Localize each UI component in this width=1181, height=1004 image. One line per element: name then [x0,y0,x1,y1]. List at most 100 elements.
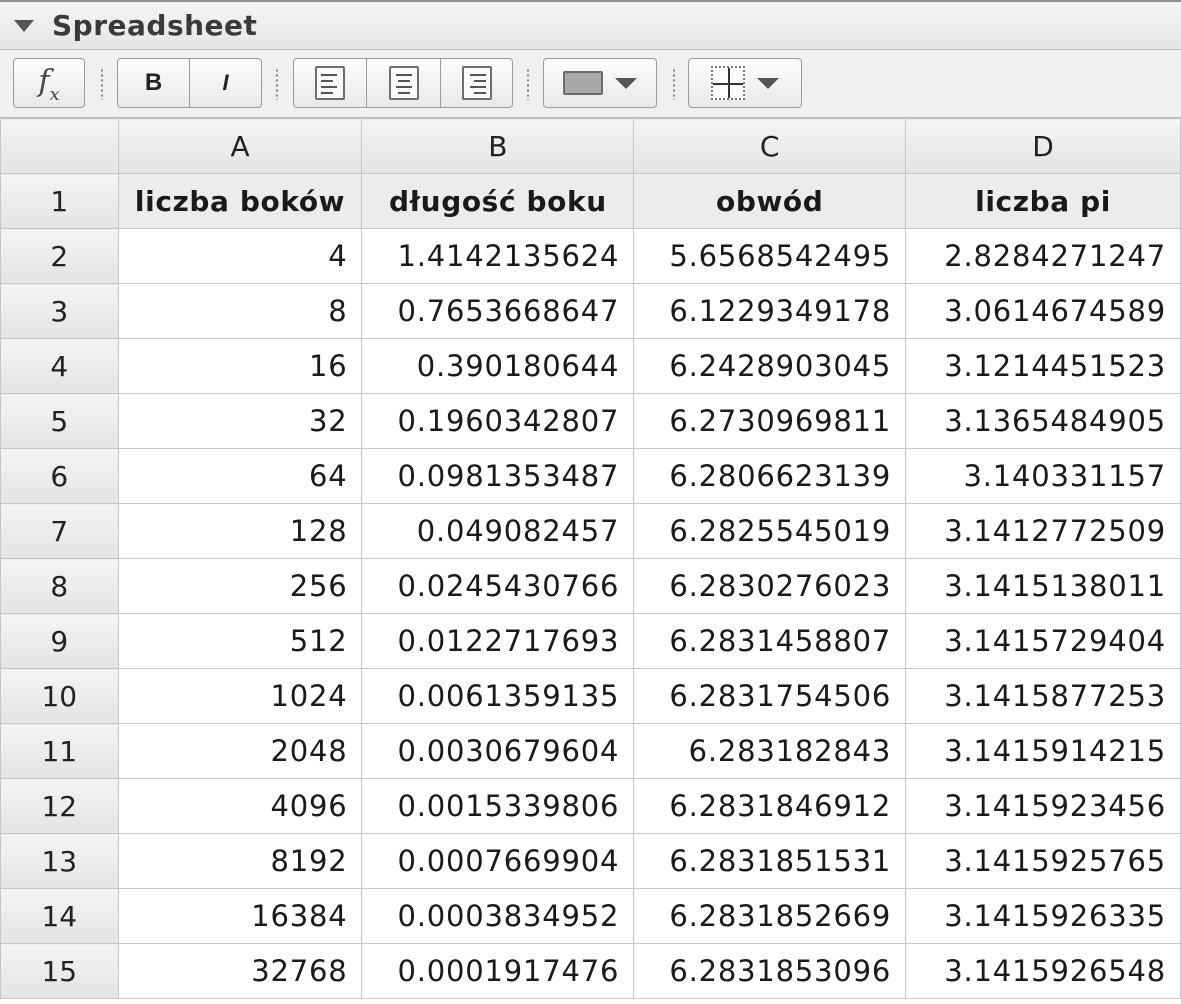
cell-c15[interactable]: 6.2831853096 [633,943,907,999]
cell-d12[interactable]: 3.1415923456 [905,778,1181,834]
toolbar-separator [527,68,529,100]
border-style-button[interactable] [688,58,802,108]
row-header[interactable]: 10 [0,668,119,724]
cell-d15[interactable]: 3.1415926548 [905,943,1181,999]
cell-a7[interactable]: 128 [117,503,363,559]
cell-d11[interactable]: 3.1415914215 [905,723,1181,779]
table-row: 15 32768 0.0001917476 6.2831853096 3.1415926… [0,943,1181,999]
cell-c5[interactable]: 6.2730969811 [633,393,907,449]
cell-b6[interactable]: 0.0981353487 [361,448,635,504]
cell-d10[interactable]: 3.1415877253 [905,668,1181,724]
cell-c2[interactable]: 5.6568542495 [633,228,907,284]
cell-c4[interactable]: 6.2428903045 [633,338,907,394]
cell-c1[interactable]: obwód [633,173,907,229]
cell-a15[interactable]: 32768 [117,943,363,999]
cell-d2[interactable]: 2.8284271247 [905,228,1181,284]
cell-b4[interactable]: 0.390180644 [361,338,635,394]
cell-b14[interactable]: 0.0003834952 [361,888,635,944]
cell-c9[interactable]: 6.2831458807 [633,613,907,669]
row-header[interactable]: 13 [0,833,119,889]
cell-a1[interactable]: liczba boków [117,173,363,229]
cell-d6[interactable]: 3.140331157 [905,448,1181,504]
align-center-button[interactable] [367,58,441,108]
cell-c10[interactable]: 6.2831754506 [633,668,907,724]
table-row: 12 4096 0.0015339806 6.2831846912 3.14159234… [0,778,1181,834]
toolbar-separator [276,68,278,100]
cell-b3[interactable]: 0.7653668647 [361,283,635,339]
cell-c7[interactable]: 6.2825545019 [633,503,907,559]
row-header[interactable]: 12 [0,778,119,834]
cell-c14[interactable]: 6.2831852669 [633,888,907,944]
cell-c11[interactable]: 6.283182843 [633,723,907,779]
row-header[interactable]: 8 [0,558,119,614]
cell-a13[interactable]: 8192 [117,833,363,889]
italic-button[interactable]: I [190,58,262,108]
cell-c3[interactable]: 6.1229349178 [633,283,907,339]
cell-c6[interactable]: 6.2806623139 [633,448,907,504]
column-header-d[interactable]: D [905,118,1181,174]
table-row: 2 4 1.4142135624 5.6568542495 2.8284271247 [0,228,1181,284]
cell-a3[interactable]: 8 [117,283,363,339]
grid-corner[interactable] [0,118,119,174]
chevron-down-icon [615,77,637,89]
cell-c12[interactable]: 6.2831846912 [633,778,907,834]
row-header[interactable]: 4 [0,338,119,394]
border-grid-icon [711,66,745,100]
cell-d13[interactable]: 3.1415925765 [905,833,1181,889]
cell-b12[interactable]: 0.0015339806 [361,778,635,834]
cell-b7[interactable]: 0.049082457 [361,503,635,559]
column-header-b[interactable]: B [361,118,635,174]
cell-a6[interactable]: 64 [117,448,363,504]
spreadsheet-grid[interactable]: A B C D 1 liczba boków długość boku obwó… [0,118,1181,999]
cell-a4[interactable]: 16 [117,338,363,394]
cell-a9[interactable]: 512 [117,613,363,669]
cell-d8[interactable]: 3.1415138011 [905,558,1181,614]
background-color-button[interactable] [543,58,657,108]
column-header-c[interactable]: C [633,118,907,174]
cell-a2[interactable]: 4 [117,228,363,284]
collapse-triangle-icon[interactable] [14,19,34,32]
cell-d9[interactable]: 3.1415729404 [905,613,1181,669]
cell-b8[interactable]: 0.0245430766 [361,558,635,614]
table-row: 1 liczba boków długość boku obwód liczba… [0,173,1181,229]
cell-a10[interactable]: 1024 [117,668,363,724]
cell-c13[interactable]: 6.2831851531 [633,833,907,889]
row-header[interactable]: 15 [0,943,119,999]
cell-a5[interactable]: 32 [117,393,363,449]
row-header[interactable]: 9 [0,613,119,669]
cell-a14[interactable]: 16384 [117,888,363,944]
cell-b11[interactable]: 0.0030679604 [361,723,635,779]
cell-a11[interactable]: 2048 [117,723,363,779]
cell-b2[interactable]: 1.4142135624 [361,228,635,284]
cell-a8[interactable]: 256 [117,558,363,614]
row-header[interactable]: 14 [0,888,119,944]
table-row: 4 16 0.390180644 6.2428903045 3.1214451523 [0,338,1181,394]
align-right-button[interactable] [441,58,513,108]
row-header[interactable]: 7 [0,503,119,559]
column-header-a[interactable]: A [117,118,363,174]
cell-b1[interactable]: długość boku [361,173,635,229]
cell-d5[interactable]: 3.1365484905 [905,393,1181,449]
cell-b13[interactable]: 0.0007669904 [361,833,635,889]
cell-b10[interactable]: 0.0061359135 [361,668,635,724]
cell-b15[interactable]: 0.0001917476 [361,943,635,999]
align-left-button[interactable] [293,58,367,108]
row-header[interactable]: 6 [0,448,119,504]
cell-a12[interactable]: 4096 [117,778,363,834]
bold-button[interactable]: B [117,58,190,108]
row-header[interactable]: 3 [0,283,119,339]
row-header[interactable]: 2 [0,228,119,284]
cell-d1[interactable]: liczba pi [905,173,1181,229]
cell-d4[interactable]: 3.1214451523 [905,338,1181,394]
formula-button[interactable]: fx [13,58,85,108]
chevron-down-icon [757,77,779,89]
cell-d7[interactable]: 3.1412772509 [905,503,1181,559]
cell-d3[interactable]: 3.0614674589 [905,283,1181,339]
row-header[interactable]: 1 [0,173,119,229]
row-header[interactable]: 5 [0,393,119,449]
cell-b5[interactable]: 0.1960342807 [361,393,635,449]
row-header[interactable]: 11 [0,723,119,779]
cell-b9[interactable]: 0.0122717693 [361,613,635,669]
cell-c8[interactable]: 6.2830276023 [633,558,907,614]
cell-d14[interactable]: 3.1415926335 [905,888,1181,944]
